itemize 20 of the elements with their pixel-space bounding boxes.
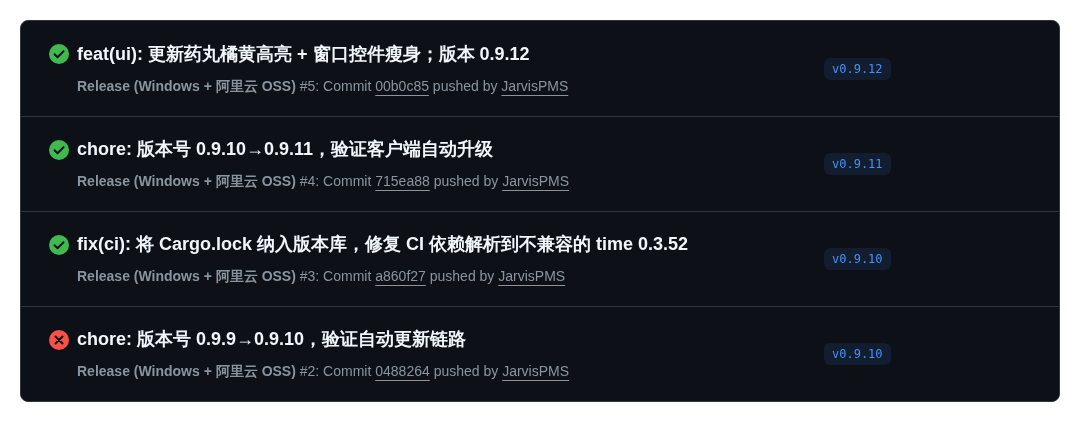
actor-link[interactable]: JarvisPMS [502,363,570,379]
actor-link[interactable]: JarvisPMS [501,77,569,94]
run-meta-text: Release (Windows + 阿里云 OSS) #2: Commit 0488264 pushed by JarvisPMS [76,362,571,381]
version-tag[interactable]: v0.9.11 [824,153,891,175]
version-tag[interactable]: v0.9.10 [824,248,891,270]
run-title-link[interactable]: chore: 版本号 0.9.10→0.9.11，验证客户端自动升级 [77,136,494,163]
version-tag[interactable]: v0.9.12 [824,57,891,80]
version-tag[interactable]: v0.9.10 [824,343,891,365]
commit-link[interactable]: a860f27 [375,268,426,284]
commit-link[interactable]: 00b0c85 [375,77,429,94]
actor-link[interactable]: JarvisPMS [502,173,570,189]
commit-link[interactable]: 0488264 [375,363,430,379]
run-meta-text: Release (Windows + 阿里云 OSS) #4: Commit 715ea88 pushed by JarvisPMS [76,172,571,191]
run-title-link[interactable]: feat(ui): 更新药丸橘黄高亮 + 窗口控件瘦身；版本 0.9.12 [77,40,530,68]
run-meta-text: Release (Windows + 阿里云 OSS) #5: Commit 00b0c85 pushed by JarvisPMS [76,76,570,96]
run-meta-text: Release (Windows + 阿里云 OSS) #3: Commit a860f27 pushed by JarvisPMS [76,267,567,286]
commit-link[interactable]: 715ea88 [375,173,430,189]
actor-link[interactable]: JarvisPMS [498,268,566,284]
run-title-link[interactable]: chore: 版本号 0.9.9→0.9.10，验证自动更新链路 [77,326,467,353]
run-title-link[interactable]: fix(ci): 将 Cargo.lock 纳入版本库，修复 CI 依赖解析到不兼容的 time 0.3.52 [77,231,689,258]
